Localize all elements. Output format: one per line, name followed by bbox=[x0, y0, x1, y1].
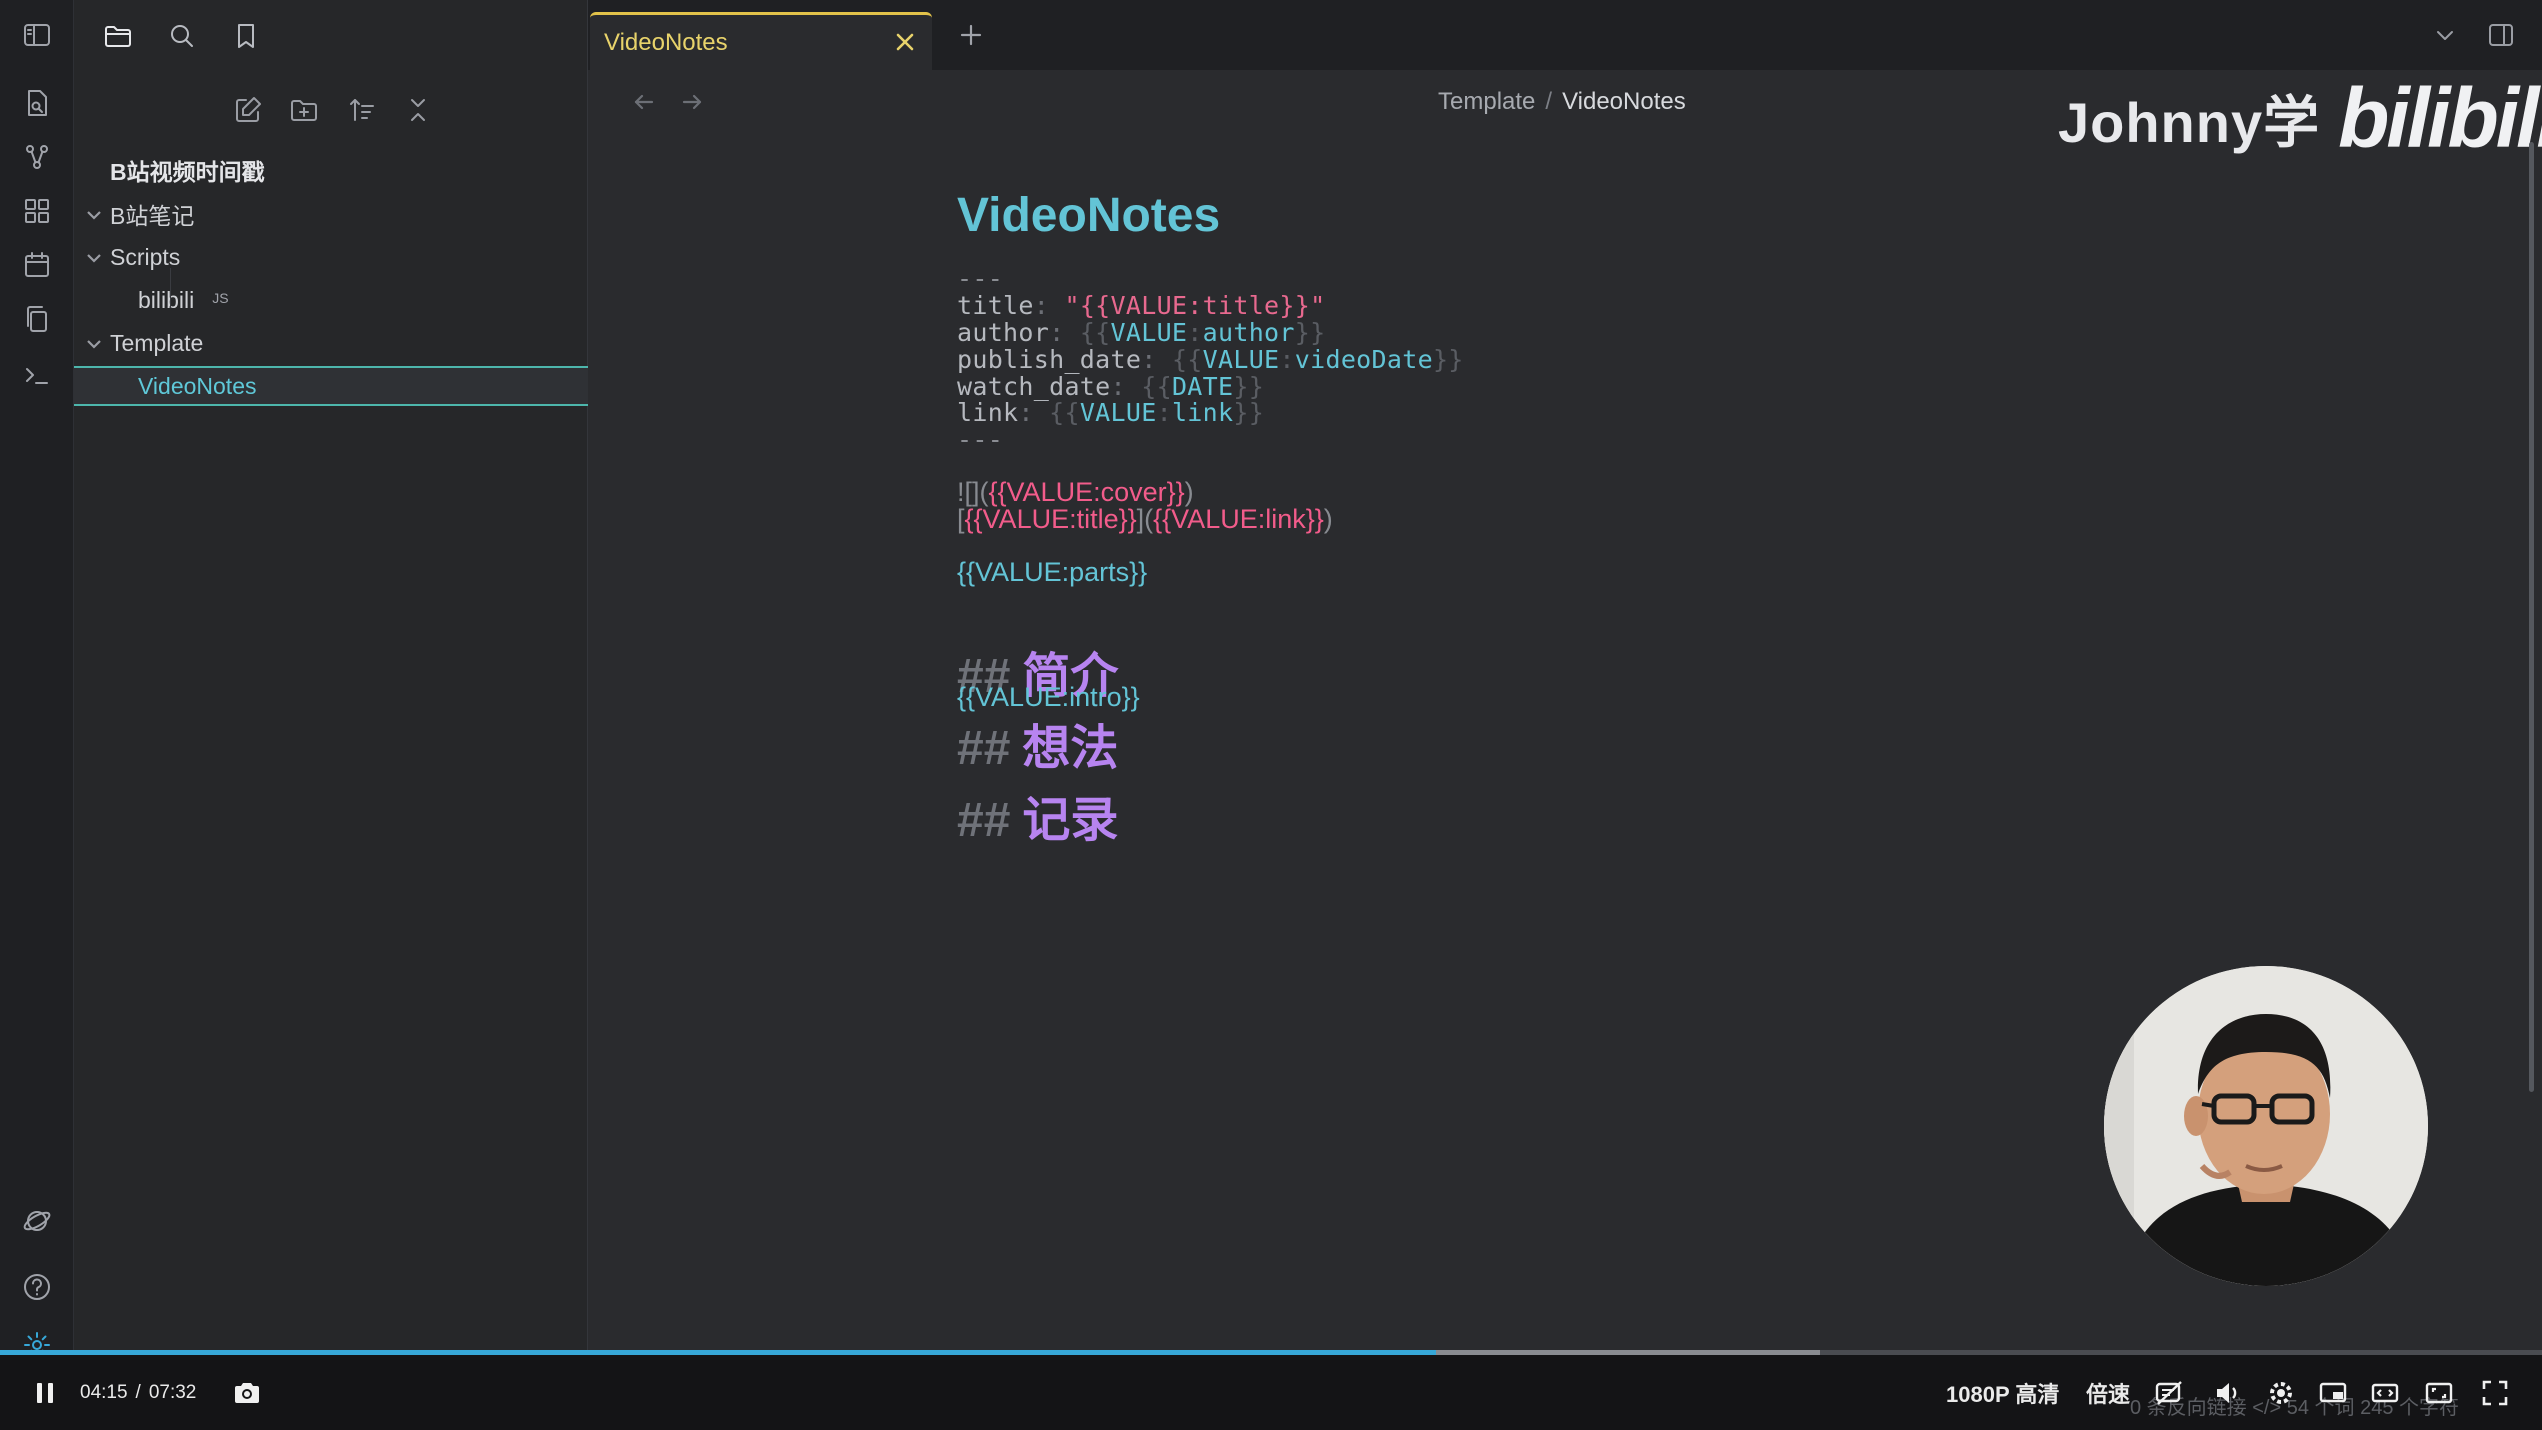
time-separator: / bbox=[135, 1382, 141, 1403]
presenter-webcam bbox=[2104, 966, 2428, 1286]
bilibili-logo: bilibili bbox=[2338, 71, 2542, 165]
player-settings-gear-icon[interactable] bbox=[2266, 1375, 2296, 1411]
editor-scrollbar[interactable] bbox=[2529, 142, 2534, 1092]
screenshot-camera-icon[interactable] bbox=[232, 1375, 262, 1411]
close-icon[interactable] bbox=[892, 29, 918, 55]
forward-arrow-icon[interactable] bbox=[678, 88, 712, 122]
help-icon[interactable] bbox=[18, 1268, 56, 1306]
danmaku-toggle-icon[interactable] bbox=[2154, 1375, 2184, 1411]
graph-view-icon[interactable] bbox=[18, 138, 56, 176]
current-time: 04:15 bbox=[80, 1382, 128, 1403]
frontmatter-line-author: author: {{VALUE:author}} bbox=[957, 318, 1326, 347]
file-label: bilibili bbox=[138, 286, 195, 313]
volume-icon[interactable] bbox=[2212, 1375, 2242, 1411]
chevron-down-icon bbox=[84, 204, 104, 224]
new-tab-plus-icon[interactable] bbox=[954, 18, 988, 52]
note-title[interactable]: VideoNotes bbox=[957, 188, 1220, 243]
file-extension-badge: JS bbox=[212, 290, 229, 306]
new-folder-icon[interactable] bbox=[284, 90, 324, 130]
bookmark-icon[interactable] bbox=[226, 16, 266, 56]
parts-line: {{VALUE:parts}} bbox=[957, 557, 1148, 587]
tab-bar: VideoNotes bbox=[588, 0, 2542, 70]
folder-label: Template bbox=[110, 329, 204, 356]
frontmatter-line-watch-date: watch_date: {{DATE}} bbox=[957, 372, 1265, 401]
chevron-down-icon bbox=[84, 247, 104, 267]
heading-thoughts: ## 想法 bbox=[957, 722, 1119, 775]
canvas-icon[interactable] bbox=[18, 192, 56, 230]
playback-time: 04:15 / 07:32 bbox=[80, 1375, 196, 1411]
total-time: 07:32 bbox=[148, 1382, 197, 1403]
daily-note-calendar-icon[interactable] bbox=[18, 246, 56, 284]
frontmatter-delimiter-open: --- bbox=[957, 264, 1004, 293]
sidebar-tab-header bbox=[74, 0, 588, 68]
tab-title: VideoNotes bbox=[604, 29, 728, 56]
new-note-icon[interactable] bbox=[228, 90, 268, 130]
sort-order-icon[interactable] bbox=[342, 90, 382, 130]
widescreen-icon[interactable] bbox=[2370, 1375, 2400, 1411]
breadcrumb-separator: / bbox=[1545, 88, 1553, 115]
bilibili-watermark: Johnny学 bilibili bbox=[2058, 70, 2542, 167]
left-ribbon bbox=[0, 0, 74, 1358]
chevron-down-icon bbox=[84, 333, 104, 353]
fullscreen-icon[interactable] bbox=[2480, 1375, 2510, 1411]
folder-label: B站笔记 bbox=[110, 203, 195, 229]
terminal-icon[interactable] bbox=[18, 356, 56, 394]
tree-indent-guide bbox=[170, 268, 171, 308]
publish-planet-icon[interactable] bbox=[18, 1202, 56, 1240]
tab-list-chevron-down-icon[interactable] bbox=[2430, 20, 2464, 54]
quality-selector[interactable]: 1080P 高清 bbox=[1946, 1375, 2059, 1411]
folder-scripts[interactable]: Scripts bbox=[74, 237, 588, 277]
back-arrow-icon[interactable] bbox=[630, 88, 664, 122]
web-fullscreen-icon[interactable] bbox=[2424, 1375, 2454, 1411]
collapse-all-icon[interactable] bbox=[398, 90, 438, 130]
file-explorer-panel: B站视频时间戳 B站笔记 Scripts bilibili JS Templat… bbox=[74, 0, 588, 1355]
breadcrumb: Template / VideoNotes bbox=[1438, 88, 1686, 116]
picture-in-picture-icon[interactable] bbox=[2318, 1375, 2348, 1411]
file-videonotes[interactable]: VideoNotes bbox=[74, 366, 588, 406]
templates-copy-icon[interactable] bbox=[18, 300, 56, 338]
search-icon[interactable] bbox=[162, 16, 202, 56]
pause-icon[interactable] bbox=[30, 1375, 60, 1411]
title-link-line: [{{VALUE:title}}]({{VALUE:link}}) bbox=[957, 504, 1333, 534]
open-file-search-icon[interactable] bbox=[18, 84, 56, 122]
toggle-sidebar-icon[interactable] bbox=[18, 16, 56, 54]
vault-name[interactable]: B站视频时间戳 bbox=[74, 150, 588, 190]
folder-label: Scripts bbox=[110, 243, 181, 270]
tab-videonotes[interactable]: VideoNotes bbox=[590, 12, 932, 70]
watermark-text: Johnny学 bbox=[2058, 91, 2321, 154]
file-label: VideoNotes bbox=[138, 372, 257, 399]
heading-records: ## 记录 bbox=[957, 794, 1119, 847]
file-bilibili-js[interactable]: bilibili JS bbox=[74, 280, 588, 320]
video-player-controls: 04:15 / 07:32 0 条反向链接 </> 54 个词 245 个字符 … bbox=[0, 1355, 2542, 1430]
folder-bzhan-notes[interactable]: B站笔记 bbox=[74, 194, 588, 234]
frontmatter-line-publish-date: publish_date: {{VALUE:videoDate}} bbox=[957, 345, 1464, 374]
breadcrumb-current[interactable]: VideoNotes bbox=[1562, 88, 1686, 115]
playback-speed-button[interactable]: 倍速 bbox=[2086, 1375, 2130, 1411]
folder-template[interactable]: Template bbox=[74, 323, 588, 363]
frontmatter-line-title: title: "{{VALUE:title}}" bbox=[957, 291, 1326, 320]
file-explorer-actions bbox=[74, 86, 588, 134]
frontmatter-delimiter-close: --- bbox=[957, 425, 1004, 454]
toggle-right-sidebar-icon[interactable] bbox=[2486, 20, 2520, 54]
presenter-portrait bbox=[2104, 966, 2428, 1286]
breadcrumb-parent[interactable]: Template bbox=[1438, 88, 1535, 115]
files-folder-icon[interactable] bbox=[98, 16, 138, 56]
frontmatter-line-link: link: {{VALUE:link}} bbox=[957, 398, 1265, 427]
